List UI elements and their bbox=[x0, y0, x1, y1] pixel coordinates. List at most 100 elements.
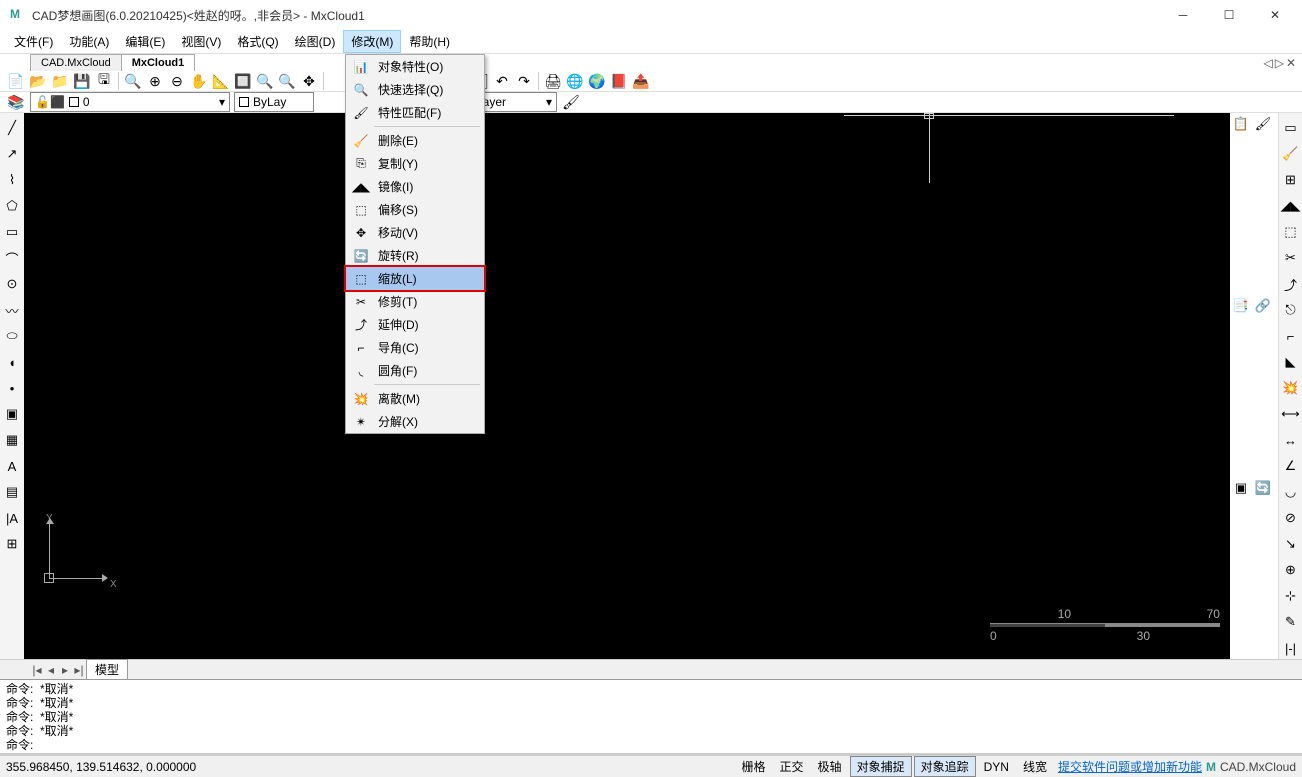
new-icon[interactable]: 📄 bbox=[6, 71, 26, 91]
tab-last-icon[interactable]: ▸| bbox=[72, 663, 86, 677]
break-icon[interactable]: ⎋ bbox=[1280, 299, 1302, 321]
undo-icon[interactable]: ↶ bbox=[492, 71, 512, 91]
sb-grid[interactable]: 栅格 bbox=[736, 757, 772, 776]
menu-function[interactable]: 功能(A) bbox=[61, 30, 117, 53]
brush-icon[interactable]: 🖌 bbox=[561, 92, 581, 112]
rotate-icon[interactable]: 🔄 bbox=[1252, 477, 1274, 499]
minimize-button[interactable]: ─ bbox=[1160, 0, 1206, 30]
menu-delete[interactable]: 🧹删除(E) bbox=[346, 129, 484, 152]
block-tool-icon[interactable]: ▣ bbox=[1, 403, 23, 425]
menu-explode-group[interactable]: 💥离散(M) bbox=[346, 387, 484, 410]
layers-icon[interactable]: 📚 bbox=[6, 92, 26, 112]
zoom-extent-icon[interactable]: 🔲 bbox=[233, 71, 253, 91]
xline-tool-icon[interactable]: ↗ bbox=[1, 143, 23, 165]
color-combo[interactable]: ByLay bbox=[234, 92, 314, 112]
ellipsearc-tool-icon[interactable]: ◖ bbox=[1, 351, 23, 373]
menu-chamfer[interactable]: ⌐导角(C) bbox=[346, 336, 484, 359]
tab-prev-icon[interactable]: ◁ bbox=[1263, 56, 1272, 70]
menu-modify[interactable]: 修改(M) bbox=[343, 30, 401, 53]
menu-extend[interactable]: ⤴延伸(D) bbox=[346, 313, 484, 336]
menu-rotate[interactable]: 🔄旋转(R) bbox=[346, 244, 484, 267]
menu-copy[interactable]: ⎘复制(Y) bbox=[346, 152, 484, 175]
point-tool-icon[interactable]: • bbox=[1, 377, 23, 399]
copy-icon[interactable]: 📋 bbox=[1230, 113, 1252, 135]
zoom-icon[interactable]: 🔍 bbox=[123, 71, 143, 91]
dim-linear-icon[interactable]: ⟷ bbox=[1280, 403, 1302, 425]
ellipse-tool-icon[interactable]: ⬭ bbox=[1, 325, 23, 347]
dim-radius-icon[interactable]: ◡ bbox=[1280, 481, 1302, 503]
dim-aligned-icon[interactable]: ↔ bbox=[1280, 429, 1302, 451]
group-icon[interactable]: ▣ bbox=[1230, 477, 1252, 499]
polygon-tool-icon[interactable]: ⬠ bbox=[1, 195, 23, 217]
print-icon[interactable]: 🖨 bbox=[543, 71, 563, 91]
menu-mirror[interactable]: ◢◣镜像(I) bbox=[346, 175, 484, 198]
mtext-tool-icon[interactable]: |A bbox=[1, 507, 23, 529]
move-icon[interactable]: ✥ bbox=[299, 71, 319, 91]
region-tool-icon[interactable]: ⊞ bbox=[1, 533, 23, 555]
zoom-window-icon[interactable]: 🔍 bbox=[255, 71, 275, 91]
select-icon[interactable]: ▭ bbox=[1280, 117, 1302, 139]
copyclip-icon[interactable]: 📑 bbox=[1230, 295, 1252, 317]
menu-file[interactable]: 文件(F) bbox=[6, 30, 61, 53]
arc-tool-icon[interactable]: ⌒ bbox=[1, 247, 23, 269]
menu-help[interactable]: 帮助(H) bbox=[401, 30, 458, 53]
command-window[interactable]: 命令: *取消* 命令: *取消* 命令: *取消* 命令: *取消* 命令: bbox=[0, 679, 1302, 753]
globe2-icon[interactable]: 🌍 bbox=[587, 71, 607, 91]
paste-icon[interactable]: 🖌 bbox=[1252, 113, 1274, 135]
menu-move[interactable]: ✥移动(V) bbox=[346, 221, 484, 244]
trim-icon[interactable]: ✂ bbox=[1280, 247, 1302, 269]
maximize-button[interactable]: ☐ bbox=[1206, 0, 1252, 30]
menu-matchprop[interactable]: 🖌特性匹配(F) bbox=[346, 101, 484, 124]
measure-icon[interactable]: 📐 bbox=[211, 71, 231, 91]
offset-icon[interactable]: ⬚ bbox=[1280, 221, 1302, 243]
spline-tool-icon[interactable]: 〰 bbox=[1, 299, 23, 321]
menu-trim[interactable]: ✂修剪(T) bbox=[346, 290, 484, 313]
sb-osnap[interactable]: 对象捕捉 bbox=[850, 756, 912, 777]
menu-draw[interactable]: 绘图(D) bbox=[287, 30, 344, 53]
feedback-link[interactable]: 提交软件问题或增加新功能 bbox=[1058, 758, 1202, 775]
sb-ortho[interactable]: 正交 bbox=[774, 757, 810, 776]
sb-dyn[interactable]: DYN bbox=[978, 759, 1015, 775]
chamfer-icon[interactable]: ◣ bbox=[1280, 351, 1302, 373]
menu-edit[interactable]: 编辑(E) bbox=[117, 30, 173, 53]
save-icon[interactable]: 💾 bbox=[72, 71, 92, 91]
explode-icon[interactable]: 💥 bbox=[1280, 377, 1302, 399]
menu-properties[interactable]: 📊对象特性(O) bbox=[346, 55, 484, 78]
menu-offset[interactable]: ⬚偏移(S) bbox=[346, 198, 484, 221]
tab-close-icon[interactable]: ✕ bbox=[1286, 56, 1296, 70]
close-button[interactable]: ✕ bbox=[1252, 0, 1298, 30]
table-tool-icon[interactable]: ▤ bbox=[1, 481, 23, 503]
hatch-tool-icon[interactable]: ▦ bbox=[1, 429, 23, 451]
dim-angular-icon[interactable]: ∠ bbox=[1280, 455, 1302, 477]
array-icon[interactable]: ⊞ bbox=[1280, 169, 1302, 191]
leader-icon[interactable]: ↘ bbox=[1280, 533, 1302, 555]
zoom-prev-icon[interactable]: 🔍 bbox=[277, 71, 297, 91]
menu-format[interactable]: 格式(Q) bbox=[229, 30, 286, 53]
text-tool-icon[interactable]: A bbox=[1, 455, 23, 477]
erase-icon[interactable]: 🧹 bbox=[1280, 143, 1302, 165]
pan-icon[interactable]: ✋ bbox=[189, 71, 209, 91]
mirror-icon[interactable]: ◢◣ bbox=[1280, 195, 1302, 217]
dim-diameter-icon[interactable]: ⊘ bbox=[1280, 507, 1302, 529]
redo-icon[interactable]: ↷ bbox=[514, 71, 534, 91]
tolerance-icon[interactable]: ⊕ bbox=[1280, 559, 1302, 581]
menu-scale[interactable]: ⬚缩放(L) bbox=[344, 265, 486, 292]
menu-fillet[interactable]: ◟圆角(F) bbox=[346, 359, 484, 382]
circle-tool-icon[interactable]: ⊙ bbox=[1, 273, 23, 295]
menu-explode[interactable]: ✴分解(X) bbox=[346, 410, 484, 433]
tab-first-icon[interactable]: |◂ bbox=[30, 663, 44, 677]
polyline-tool-icon[interactable]: ⌇ bbox=[1, 169, 23, 191]
matchprop-icon[interactable]: 🔗 bbox=[1252, 295, 1274, 317]
line-tool-icon[interactable]: ╱ bbox=[1, 117, 23, 139]
drawing-canvas[interactable]: Y X 1070 030 bbox=[24, 113, 1230, 659]
sb-otrack[interactable]: 对象追踪 bbox=[914, 756, 976, 777]
tab-prev-icon[interactable]: ◂ bbox=[44, 663, 58, 677]
saveas-icon[interactable]: 🖫 bbox=[94, 71, 114, 91]
fillet-icon[interactable]: ⌐ bbox=[1280, 325, 1302, 347]
rectangle-tool-icon[interactable]: ▭ bbox=[1, 221, 23, 243]
tab-next-icon[interactable]: ▸ bbox=[58, 663, 72, 677]
pdf-icon[interactable]: 📕 bbox=[609, 71, 629, 91]
tab-cadmxcloud[interactable]: CAD.MxCloud bbox=[30, 54, 122, 71]
sb-lwt[interactable]: 线宽 bbox=[1017, 757, 1053, 776]
dimcenter-icon[interactable]: ⊹ bbox=[1280, 585, 1302, 607]
